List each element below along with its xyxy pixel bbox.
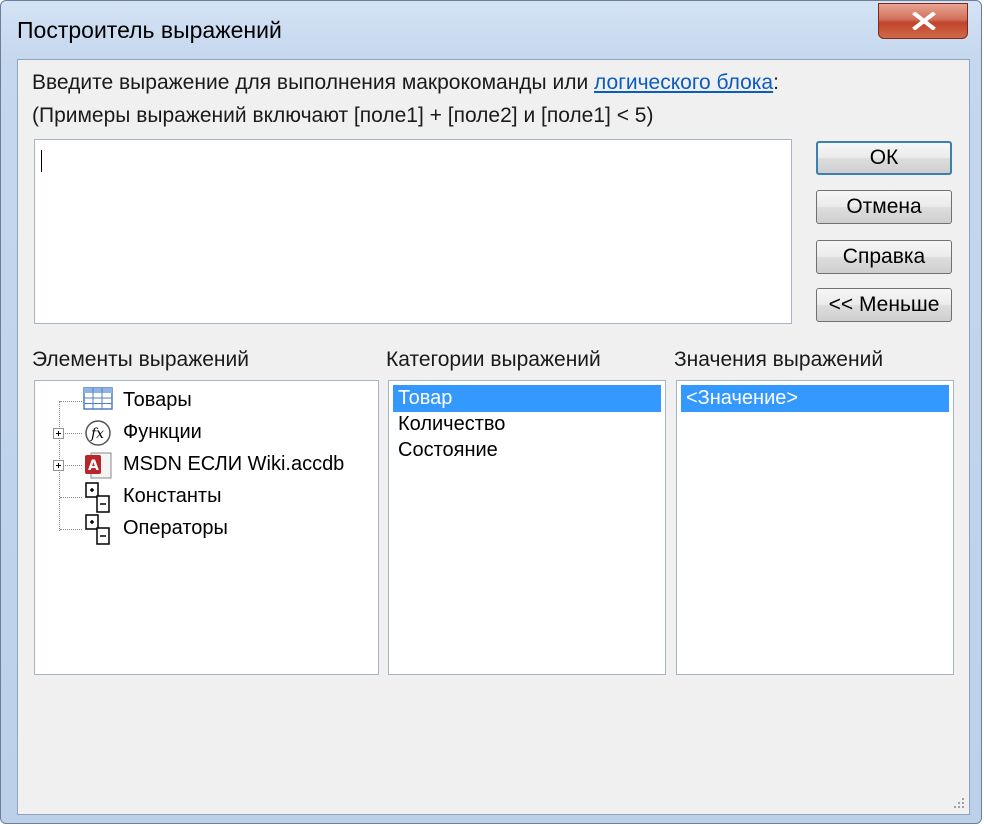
tree-connector [60, 497, 82, 498]
cancel-button[interactable]: Отмена [816, 190, 952, 224]
text-caret [41, 150, 42, 172]
tree-connector [65, 433, 82, 434]
logical-block-link[interactable]: логического блока [594, 71, 773, 94]
tree-item-constants[interactable]: Константы [35, 482, 365, 513]
operators-icon [83, 514, 113, 545]
expression-elements-tree[interactable]: Товары fx Функции A MSDN ЕСЛИ Wiki.accdb… [34, 380, 379, 675]
dialog-client-area: Введите выражение для выполнения макроко… [17, 59, 970, 815]
tree-connector [60, 401, 82, 402]
function-icon: fx [83, 418, 113, 448]
svg-text:A: A [88, 458, 99, 474]
tree-item-functions[interactable]: fx Функции [35, 418, 365, 448]
expand-icon[interactable] [53, 460, 64, 471]
expand-icon[interactable] [53, 428, 64, 439]
ok-button[interactable]: ОК [816, 141, 952, 175]
prompt-colon: : [773, 71, 779, 94]
tree-item-label: Функции [123, 421, 202, 443]
tree-item-label: MSDN ЕСЛИ Wiki.accdb [123, 453, 345, 475]
list-item[interactable]: Количество [393, 411, 661, 438]
tree-connector [60, 529, 82, 530]
tree-item-label: Операторы [123, 517, 228, 539]
prompt-line-1: Введите выражение для выполнения макроко… [32, 71, 779, 95]
tree-item-operators[interactable]: Операторы [35, 514, 365, 545]
list-item[interactable]: Товар [393, 385, 661, 412]
help-button[interactable]: Справка [816, 240, 952, 274]
less-button[interactable]: << Меньше [816, 288, 952, 322]
tree-connector [65, 465, 82, 466]
tree-item-label: Товары [123, 389, 192, 411]
resize-grip-icon[interactable] [951, 796, 965, 810]
tree-item-database[interactable]: A MSDN ЕСЛИ Wiki.accdb [35, 450, 365, 480]
prompt-text: Введите выражение для выполнения макроко… [32, 71, 595, 94]
categories-label: Категории выражений [386, 348, 601, 371]
tree-item-label: Константы [123, 485, 222, 507]
prompt-examples: (Примеры выражений включают [поле1] + [п… [32, 104, 654, 127]
values-label: Значения выражений [674, 348, 884, 371]
expression-input[interactable] [34, 139, 792, 324]
access-database-icon: A [83, 450, 113, 480]
elements-label: Элементы выражений [32, 348, 249, 371]
svg-text:fx: fx [90, 426, 104, 442]
close-button[interactable] [878, 3, 968, 39]
table-icon [83, 386, 113, 416]
list-item[interactable]: Состояние [393, 437, 661, 464]
constants-icon [83, 482, 113, 513]
expression-values-list[interactable]: <Значение> [676, 380, 954, 675]
close-x-icon [912, 12, 936, 30]
window-title: Построитель выражений [17, 17, 282, 43]
expression-builder-window: Построитель выражений Введите выражение … [0, 0, 982, 824]
tree-item-tovary[interactable]: Товары [35, 386, 365, 416]
list-item[interactable]: <Значение> [681, 385, 949, 412]
expression-categories-list[interactable]: Товар Количество Состояние [388, 380, 666, 675]
